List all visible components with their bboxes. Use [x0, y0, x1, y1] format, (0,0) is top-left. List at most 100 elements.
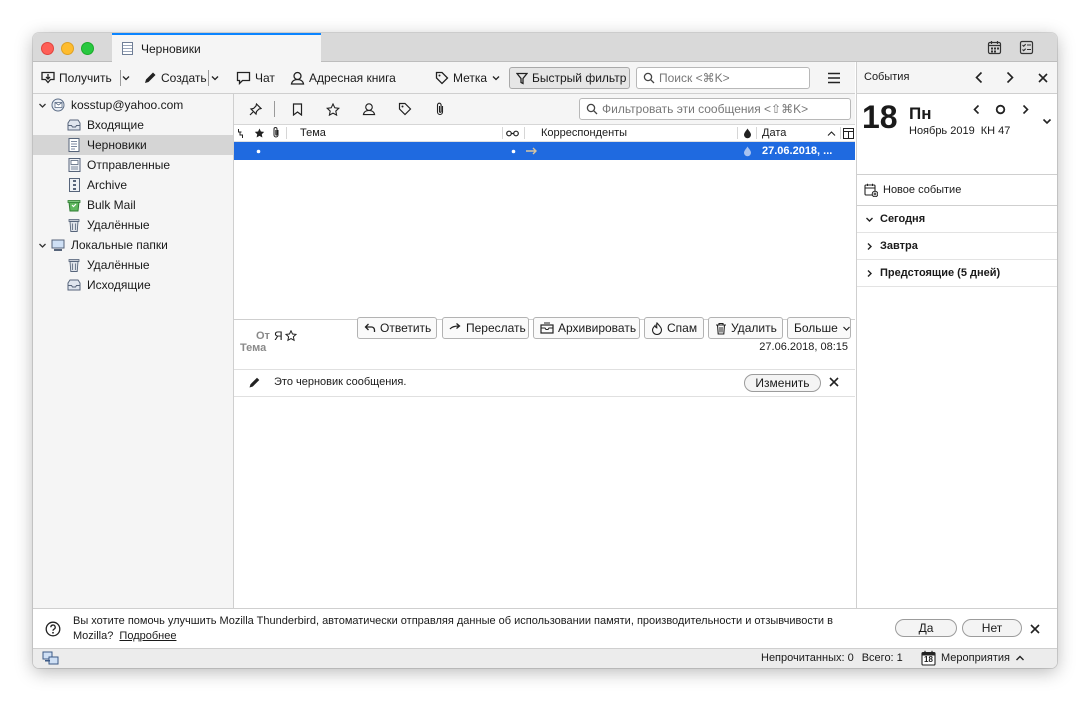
- sort-ascending-icon[interactable]: [827, 126, 836, 140]
- today-month-year: Ноябрь 2019: [909, 125, 975, 137]
- notification-text-end: Mozilla?: [73, 630, 114, 642]
- trash-icon: [67, 219, 81, 232]
- section-upcoming[interactable]: Предстоящие (5 дней): [857, 260, 1057, 287]
- account-kosstup[interactable]: kosstup@yahoo.com: [33, 95, 233, 115]
- address-book-icon: [290, 71, 305, 85]
- tag-filter-icon[interactable]: [398, 102, 412, 116]
- from-value[interactable]: Я: [274, 329, 283, 343]
- local-folders-icon: [51, 239, 65, 252]
- next-day-icon[interactable]: [1021, 104, 1030, 115]
- section-today-label: Сегодня: [880, 213, 926, 225]
- close-icon[interactable]: [1029, 623, 1041, 635]
- address-book-button[interactable]: Адресная книга: [290, 67, 396, 89]
- folder-inbox[interactable]: Входящие: [33, 115, 233, 135]
- quick-filter-label: Быстрый фильтр: [532, 71, 627, 85]
- drafts-folder-icon: [122, 42, 133, 55]
- quick-filter-button[interactable]: Быстрый фильтр: [509, 67, 630, 89]
- new-event-button[interactable]: Новое событие: [857, 174, 1057, 206]
- draft-notice-text: Это черновик сообщения.: [274, 376, 407, 388]
- star-filter-icon[interactable]: [326, 102, 340, 116]
- fire-icon: [651, 321, 663, 335]
- global-search-input[interactable]: Поиск <⌘K>: [636, 67, 810, 89]
- folder-archive[interactable]: Archive: [33, 175, 233, 195]
- chevron-down-icon[interactable]: [37, 240, 47, 250]
- forward-icon: [449, 323, 462, 333]
- folder-trash[interactable]: Удалённые: [33, 215, 233, 235]
- chevron-right-icon[interactable]: [1005, 71, 1015, 84]
- correspondents-column-header[interactable]: Корреспонденты: [541, 126, 627, 140]
- global-search-placeholder: Поиск <⌘K>: [659, 71, 730, 85]
- tag-button[interactable]: Метка: [435, 67, 501, 89]
- delete-button[interactable]: Удалить: [708, 317, 783, 339]
- sent-icon: [67, 158, 81, 172]
- contact-filter-icon[interactable]: [362, 102, 376, 116]
- chevron-left-icon[interactable]: [974, 71, 984, 84]
- column-picker-icon[interactable]: [843, 126, 854, 140]
- draft-notification: Это черновик сообщения. Изменить: [234, 369, 855, 397]
- unread-filter-icon[interactable]: [290, 102, 304, 116]
- tasks-tab-icon[interactable]: [1018, 39, 1034, 55]
- get-messages-dropdown[interactable]: [121, 67, 131, 89]
- edit-draft-button[interactable]: Изменить: [744, 374, 821, 392]
- read-column-icon[interactable]: [506, 126, 519, 140]
- account-local-folders[interactable]: Локальные папки: [33, 235, 233, 255]
- chat-button[interactable]: Чат: [236, 67, 275, 89]
- write-dropdown[interactable]: [210, 67, 220, 89]
- new-event-icon: [864, 183, 878, 197]
- account-name: Локальные папки: [71, 238, 168, 252]
- junk-icon: [67, 199, 81, 212]
- attachment-column-icon[interactable]: [272, 126, 280, 140]
- address-book-label: Адресная книга: [309, 71, 396, 85]
- zoom-window-button[interactable]: [81, 42, 94, 55]
- filter-messages-input[interactable]: Фильтровать эти сообщения <⇧⌘K>: [579, 98, 851, 120]
- table-row[interactable]: 27.06.2018, ...: [234, 142, 855, 160]
- yes-button[interactable]: Да: [895, 619, 957, 637]
- folder-outbox[interactable]: Исходящие: [33, 275, 233, 295]
- today-pane-title: События: [864, 71, 910, 83]
- minimize-window-button[interactable]: [61, 42, 74, 55]
- subject-column-header[interactable]: Тема: [300, 126, 326, 140]
- forward-button[interactable]: Переслать: [442, 317, 529, 339]
- section-today[interactable]: Сегодня: [857, 206, 1057, 233]
- calendar-tab-icon[interactable]: [986, 39, 1002, 55]
- folder-label: Удалённые: [87, 258, 150, 272]
- star-column-icon[interactable]: [254, 126, 265, 140]
- offline-status-icon[interactable]: [42, 651, 59, 666]
- thread-column-icon[interactable]: [237, 126, 246, 140]
- close-window-button[interactable]: [41, 42, 54, 55]
- folder-bulk-mail[interactable]: Bulk Mail: [33, 195, 233, 215]
- close-icon[interactable]: [1037, 72, 1049, 84]
- message-header: От Я Ответить Переслать Архивировать Спа…: [234, 317, 855, 370]
- previous-day-icon[interactable]: [972, 104, 981, 115]
- delete-label: Удалить: [731, 321, 777, 335]
- section-tomorrow[interactable]: Завтра: [857, 233, 1057, 260]
- folder-drafts[interactable]: Черновики: [33, 135, 233, 155]
- learn-more-link[interactable]: Подробнее: [119, 630, 176, 642]
- pin-icon[interactable]: [248, 102, 262, 116]
- trash-icon: [715, 322, 727, 335]
- app-menu-button[interactable]: [827, 70, 841, 86]
- attachment-filter-icon[interactable]: [433, 102, 447, 116]
- folder-local-trash[interactable]: Удалённые: [33, 255, 233, 275]
- get-messages-button[interactable]: Получить: [41, 67, 112, 89]
- no-button[interactable]: Нет: [962, 619, 1022, 637]
- chevron-down-icon[interactable]: [1042, 117, 1052, 126]
- write-button[interactable]: Создать: [143, 67, 207, 89]
- close-icon[interactable]: [828, 376, 840, 388]
- junk-column-icon[interactable]: [743, 126, 752, 140]
- events-toggle[interactable]: 18 Мероприятия: [921, 650, 1025, 666]
- date-column-header[interactable]: Дата: [762, 126, 786, 140]
- star-icon[interactable]: [284, 330, 297, 342]
- folder-label: Archive: [87, 178, 128, 192]
- spam-button[interactable]: Спам: [644, 317, 704, 339]
- chevron-down-icon[interactable]: [37, 100, 47, 110]
- message-area: Фильтровать эти сообщения <⇧⌘K> Тема Кор…: [234, 94, 855, 608]
- quick-filter-bar: Фильтровать эти сообщения <⇧⌘K>: [234, 94, 855, 125]
- more-button[interactable]: Больше: [787, 317, 851, 339]
- today-pane: События 18 Пн Ноябрь 2019 КН 47 Новое со…: [856, 62, 1057, 608]
- reply-button[interactable]: Ответить: [357, 317, 437, 339]
- go-today-icon[interactable]: [995, 104, 1006, 115]
- folder-sent[interactable]: Отправленные: [33, 155, 233, 175]
- archive-button[interactable]: Архивировать: [533, 317, 640, 339]
- tab-drafts[interactable]: Черновики: [112, 33, 321, 62]
